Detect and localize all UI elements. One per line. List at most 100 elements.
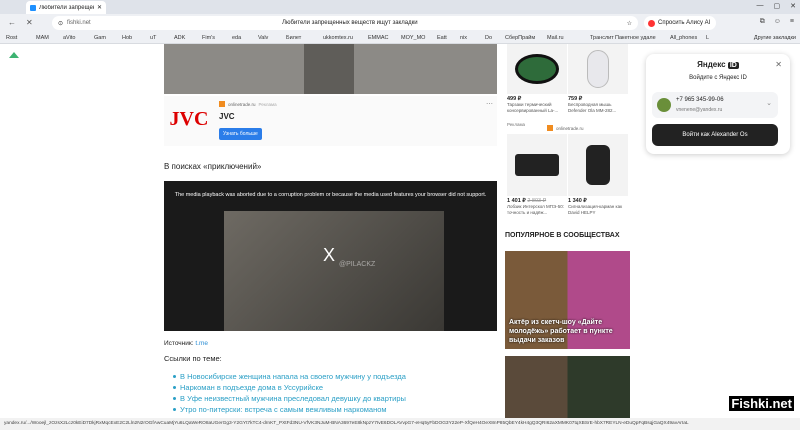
alice-button[interactable]: Спросить Алису AI bbox=[644, 16, 716, 30]
product-card[interactable]: 1 401 ₽ 2 803 ₽ Лобзик Интерскол МПЭ-50:… bbox=[507, 134, 567, 216]
bookmark-item[interactable]: Fim's bbox=[202, 35, 215, 41]
profile-icon[interactable]: ☺ bbox=[774, 18, 781, 26]
yandex-id-logo: Яндекс ID bbox=[646, 60, 790, 69]
ad-block[interactable]: JVC onlinetrade.ru Реклама JVC Узнать бо… bbox=[164, 96, 497, 146]
bookmark-item[interactable]: eda bbox=[232, 35, 241, 41]
bookmark-item[interactable]: All_phones bbox=[670, 35, 697, 41]
other-bookmarks[interactable]: Другие закладки bbox=[754, 35, 796, 41]
product-desc: Сигнализация-карман как David HELPY bbox=[568, 204, 623, 215]
bookmark-item[interactable]: Билет bbox=[286, 35, 301, 41]
bookmark-item[interactable]: Транслит bbox=[590, 35, 614, 41]
ads-label: Реклама bbox=[507, 122, 526, 127]
site-watermark: Fishki.net bbox=[729, 396, 794, 411]
related-heading: Ссылки по теме: bbox=[164, 354, 222, 363]
product-card[interactable]: 499 ₽ Тарзаки термический консервированн… bbox=[507, 44, 567, 114]
bookmark-item[interactable]: ADK bbox=[174, 35, 185, 41]
bookmark-item[interactable]: ukkomtex.ru bbox=[323, 35, 353, 41]
toolbar-icons: ⧉ ☺ ≡ bbox=[760, 18, 794, 26]
account-phone: +7 965 345-99-06 bbox=[676, 97, 724, 103]
bookmark-item[interactable]: Valv bbox=[258, 35, 268, 41]
related-link[interactable]: Наркоман в подъезде дома в Уссурийске bbox=[173, 383, 406, 394]
bookmark-item[interactable]: L bbox=[706, 35, 709, 41]
bookmark-item[interactable]: Пакетное удале bbox=[615, 35, 656, 41]
address-bar-row: ← ✕ ⊙ fishki.net Любители запрещенных ве… bbox=[0, 14, 800, 32]
yandex-title: Яндекс bbox=[697, 60, 726, 69]
product-desc: Беспроводная мышь Defender Ola MM-282... bbox=[568, 102, 617, 113]
source-label: Источник: bbox=[164, 340, 194, 347]
tab-close-icon[interactable]: ✕ bbox=[97, 4, 102, 11]
ad-source: onlinetrade.ru Реклама bbox=[219, 101, 277, 107]
yandex-id-popup: Яндекс ID ✕ Войдите с Яндекс ID +7 965 3… bbox=[646, 54, 790, 154]
video-watermark: @PILACKZ bbox=[339, 261, 376, 268]
back-icon[interactable]: ← bbox=[8, 18, 16, 27]
ad-source-name: onlinetrade.ru bbox=[556, 125, 584, 131]
popular-tile-caption: Актёр из скетч-шоу «Дайте молодёжь» рабо… bbox=[509, 319, 613, 344]
product-image bbox=[507, 134, 567, 196]
bookmark-icon[interactable]: ☆ bbox=[627, 20, 632, 27]
bookmark-item[interactable]: Gam bbox=[94, 35, 106, 41]
bookmarks-bar: Другие закладки Rost MAM aVito Gam Hob uT ADK F… bbox=[0, 32, 800, 44]
bookmark-item[interactable]: nix bbox=[460, 35, 467, 41]
product-card[interactable]: 1 340 ₽ Сигнализация-карман как David HE… bbox=[568, 134, 628, 216]
popup-close-icon[interactable]: ✕ bbox=[775, 60, 782, 69]
related-link[interactable]: В Уфе неизвестный мужчина преследовал де… bbox=[173, 394, 406, 405]
lock-icon: ⊙ bbox=[58, 20, 64, 27]
learn-more-button[interactable]: Узнать больше bbox=[219, 128, 262, 140]
bookmark-item[interactable]: MAM bbox=[36, 35, 49, 41]
chevron-down-icon: ⌄ bbox=[766, 100, 772, 107]
related-link[interactable]: Утро по-питерски: встреча с самым вежлив… bbox=[173, 405, 406, 416]
source-link[interactable]: t.me bbox=[195, 340, 208, 347]
url-input[interactable]: ⊙ fishki.net Любители запрещенных вещест… bbox=[52, 16, 638, 30]
tab-title: Любители запрещенн... bbox=[39, 4, 94, 11]
close-window-button[interactable]: ✕ bbox=[790, 2, 796, 10]
bookmark-item[interactable]: Eatt bbox=[437, 35, 447, 41]
close-icon[interactable]: ✕ bbox=[26, 18, 33, 27]
related-list: В Новосибирске женщина напала на своего … bbox=[173, 372, 406, 416]
scroll-up-arrow-icon[interactable] bbox=[9, 52, 19, 58]
more-options-icon[interactable]: ⋯ bbox=[486, 100, 493, 108]
jvc-logo: JVC bbox=[169, 107, 209, 130]
bookmark-item[interactable]: Mail.ru bbox=[547, 35, 564, 41]
popular-heading: ПОПУЛЯРНОЕ В СООБЩЕСТВАХ bbox=[505, 232, 620, 239]
account-selector[interactable]: +7 965 345-99-06 vnenene@yandex.ru ⌄ bbox=[652, 92, 778, 118]
maximize-button[interactable]: ▢ bbox=[774, 2, 781, 10]
popular-tile[interactable]: Актёр из скетч-шоу «Дайте молодёжь» рабо… bbox=[505, 251, 630, 349]
product-card[interactable]: 759 ₽ Беспроводная мышь Defender Ola MM-… bbox=[568, 44, 628, 114]
popular-tile[interactable] bbox=[505, 356, 630, 418]
product-image bbox=[568, 134, 628, 196]
source-line: Источник: t.me bbox=[164, 340, 208, 347]
bookmark-item[interactable]: Do bbox=[485, 35, 492, 41]
window-controls: — ▢ ✕ bbox=[757, 2, 797, 10]
url-host: fishki.net bbox=[67, 20, 91, 26]
bookmark-item[interactable]: uT bbox=[150, 35, 156, 41]
ad-source-name: onlinetrade.ru bbox=[228, 101, 256, 107]
page-content: JVC onlinetrade.ru Реклама JVC Узнать бо… bbox=[0, 44, 800, 418]
menu-icon[interactable]: ≡ bbox=[790, 18, 794, 26]
bookmark-item[interactable]: Hob bbox=[122, 35, 132, 41]
bookmark-item[interactable]: MOY_MO bbox=[401, 35, 425, 41]
section-heading: В поисках «приключений» bbox=[164, 162, 262, 171]
video-player[interactable]: The media playback was aborted due to a … bbox=[164, 181, 497, 331]
video-close-icon[interactable]: X bbox=[323, 245, 335, 266]
video-still bbox=[304, 44, 354, 94]
minimize-button[interactable]: — bbox=[757, 2, 764, 10]
tab-favicon-icon bbox=[30, 4, 36, 11]
onlinetrade-icon bbox=[219, 101, 225, 107]
browser-tab[interactable]: Любители запрещенн... ✕ bbox=[26, 1, 106, 14]
alice-label: Спросить Алису AI bbox=[658, 20, 711, 26]
yandex-id-badge: ID bbox=[727, 62, 739, 69]
popup-subtitle: Войдите с Яндекс ID bbox=[689, 75, 747, 81]
login-button[interactable]: Войти как Alexander Os bbox=[652, 124, 778, 146]
title-bar: Любители запрещенн... ✕ — ▢ ✕ bbox=[0, 0, 800, 14]
bookmark-item[interactable]: СберПрайм bbox=[505, 35, 535, 41]
video-scene bbox=[224, 211, 444, 331]
video-error-message: The media playback was aborted due to a … bbox=[174, 192, 487, 198]
bookmark-item[interactable]: EMMAC bbox=[368, 35, 388, 41]
bookmark-item[interactable]: Rost bbox=[6, 35, 17, 41]
product-desc: Лобзик Интерскол МПЭ-50: точность и надё… bbox=[507, 204, 564, 215]
ad-tag: Реклама bbox=[258, 101, 277, 107]
alice-icon bbox=[648, 19, 655, 27]
extensions-icon[interactable]: ⧉ bbox=[760, 18, 765, 26]
bookmark-item[interactable]: aVito bbox=[63, 35, 75, 41]
related-link[interactable]: В Новосибирске женщина напала на своего … bbox=[173, 372, 406, 383]
